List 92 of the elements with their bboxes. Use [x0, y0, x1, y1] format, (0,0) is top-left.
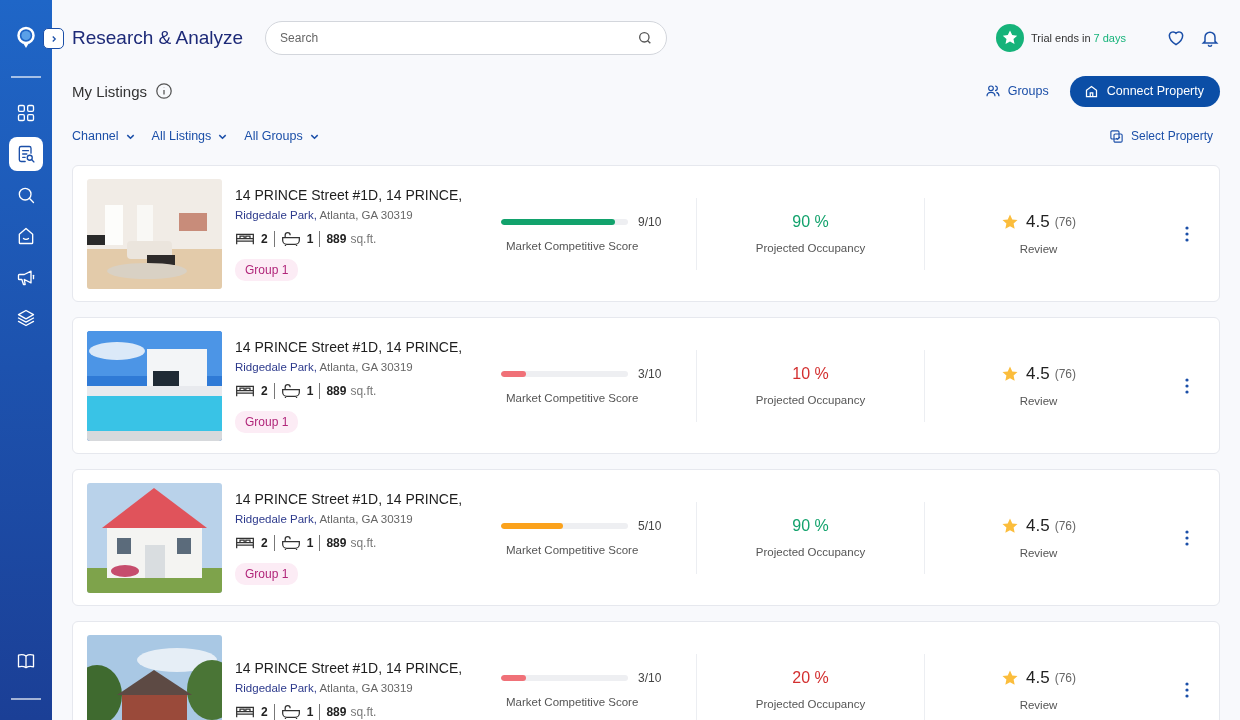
- area-value: 889: [326, 383, 347, 398]
- listing-address: Ridgedale Park, Atlanta, GA 30319: [235, 681, 413, 694]
- groups-link[interactable]: Groups: [984, 83, 1049, 99]
- people-icon: [984, 83, 1001, 99]
- listing-title: 14 PRINCE Street #1D, 14 PRINCE,: [235, 186, 463, 203]
- bathtub-icon: [280, 535, 301, 550]
- bath-count: 1: [306, 383, 314, 398]
- bed-icon: [235, 383, 255, 398]
- section-title: My Listings: [72, 82, 148, 100]
- listing-title: 14 PRINCE Street #1D, 14 PRINCE,: [235, 659, 463, 676]
- area-unit: sq.ft.: [350, 231, 377, 246]
- metric-label: Projected Occupancy: [755, 546, 866, 558]
- review-count: (76): [1054, 367, 1076, 381]
- filter-dropdown[interactable]: All Listings: [151, 129, 229, 143]
- occupancy-value: 90 %: [792, 517, 829, 535]
- listing-address: Ridgedale Park, Atlanta, GA 30319: [235, 512, 413, 525]
- logo-icon: [16, 26, 36, 50]
- bed-count: 2: [261, 704, 268, 719]
- metric-label: Review: [1019, 395, 1058, 407]
- nav-listings-button[interactable]: [9, 137, 43, 171]
- star-icon: [1001, 213, 1019, 231]
- listing-title: 14 PRINCE Street #1D, 14 PRINCE,: [235, 338, 463, 355]
- metric-label: Review: [1019, 699, 1058, 711]
- group-tag: Group 1: [235, 562, 299, 585]
- star-badge-icon: [996, 24, 1024, 52]
- rating-value: 4.5: [1026, 364, 1050, 384]
- score-reading: 3/10: [638, 367, 662, 381]
- trial-text: Trial ends in 7 days: [1031, 32, 1126, 44]
- group-tag: Group 1: [235, 410, 299, 433]
- listing-title: 14 PRINCE Street #1D, 14 PRINCE,: [235, 490, 463, 507]
- bath-count: 1: [306, 704, 314, 719]
- bathtub-icon: [280, 383, 301, 398]
- select-property-link[interactable]: Select Property: [1108, 128, 1213, 144]
- metric-label: Market Competitive Score: [506, 240, 639, 252]
- area-unit: sq.ft.: [350, 535, 377, 550]
- bathtub-icon: [280, 704, 301, 719]
- bed-icon: [235, 231, 255, 246]
- layers-icon: [16, 308, 36, 328]
- star-icon: [1001, 365, 1019, 383]
- metric-label: Market Competitive Score: [506, 696, 639, 708]
- metric-label: Market Competitive Score: [506, 392, 639, 404]
- grid-icon: [16, 103, 36, 123]
- occupancy-value: 90 %: [792, 213, 829, 231]
- bed-count: 2: [261, 535, 268, 550]
- metric-label: Projected Occupancy: [755, 698, 866, 710]
- rating-value: 4.5: [1026, 212, 1050, 232]
- score-reading: 3/10: [638, 671, 662, 685]
- filter-dropdown[interactable]: Channel: [72, 129, 136, 143]
- heart-icon[interactable]: [1166, 28, 1186, 48]
- score-reading: 9/10: [638, 215, 662, 229]
- search-icon: [16, 185, 36, 205]
- filter-dropdown[interactable]: All Groups: [244, 129, 320, 143]
- score-reading: 5/10: [638, 519, 662, 533]
- bed-icon: [235, 704, 255, 719]
- home-icon: [1083, 83, 1099, 99]
- occupancy-value: 20 %: [792, 669, 829, 687]
- group-tag: Group 1: [235, 258, 299, 281]
- bed-icon: [235, 535, 255, 550]
- metric-label: Market Competitive Score: [506, 544, 639, 556]
- occupancy-value: 10 %: [792, 365, 829, 383]
- info-icon[interactable]: [155, 82, 174, 100]
- metric-label: Review: [1019, 243, 1058, 255]
- page-title: Research & Analyze: [72, 27, 244, 49]
- area-value: 889: [326, 535, 347, 550]
- bed-count: 2: [261, 231, 268, 246]
- review-count: (76): [1054, 215, 1076, 229]
- metric-label: Projected Occupancy: [755, 242, 866, 254]
- copy-check-icon: [1108, 128, 1124, 144]
- connect-property-button[interactable]: Connect Property: [1069, 75, 1220, 107]
- metric-label: Projected Occupancy: [755, 394, 866, 406]
- search-field[interactable]: Search: [265, 21, 668, 55]
- rating-value: 4.5: [1026, 668, 1050, 688]
- star-icon: [1001, 517, 1019, 535]
- area-value: 889: [326, 704, 347, 719]
- listing-address: Ridgedale Park, Atlanta, GA 30319: [235, 208, 413, 221]
- bed-count: 2: [261, 383, 268, 398]
- area-value: 889: [326, 231, 347, 246]
- review-count: (76): [1054, 671, 1076, 685]
- area-unit: sq.ft.: [350, 704, 377, 719]
- review-count: (76): [1054, 519, 1076, 533]
- rating-value: 4.5: [1026, 516, 1050, 536]
- area-unit: sq.ft.: [350, 383, 377, 398]
- listing-address: Ridgedale Park, Atlanta, GA 30319: [235, 360, 413, 373]
- bath-count: 1: [306, 535, 314, 550]
- bathtub-icon: [280, 231, 301, 246]
- listings-icon: [16, 144, 36, 164]
- home-icon: [16, 226, 36, 246]
- book-icon: [16, 651, 36, 671]
- bath-count: 1: [306, 231, 314, 246]
- star-icon: [1001, 669, 1019, 687]
- metric-label: Review: [1019, 547, 1058, 559]
- expand-button[interactable]: [43, 28, 64, 49]
